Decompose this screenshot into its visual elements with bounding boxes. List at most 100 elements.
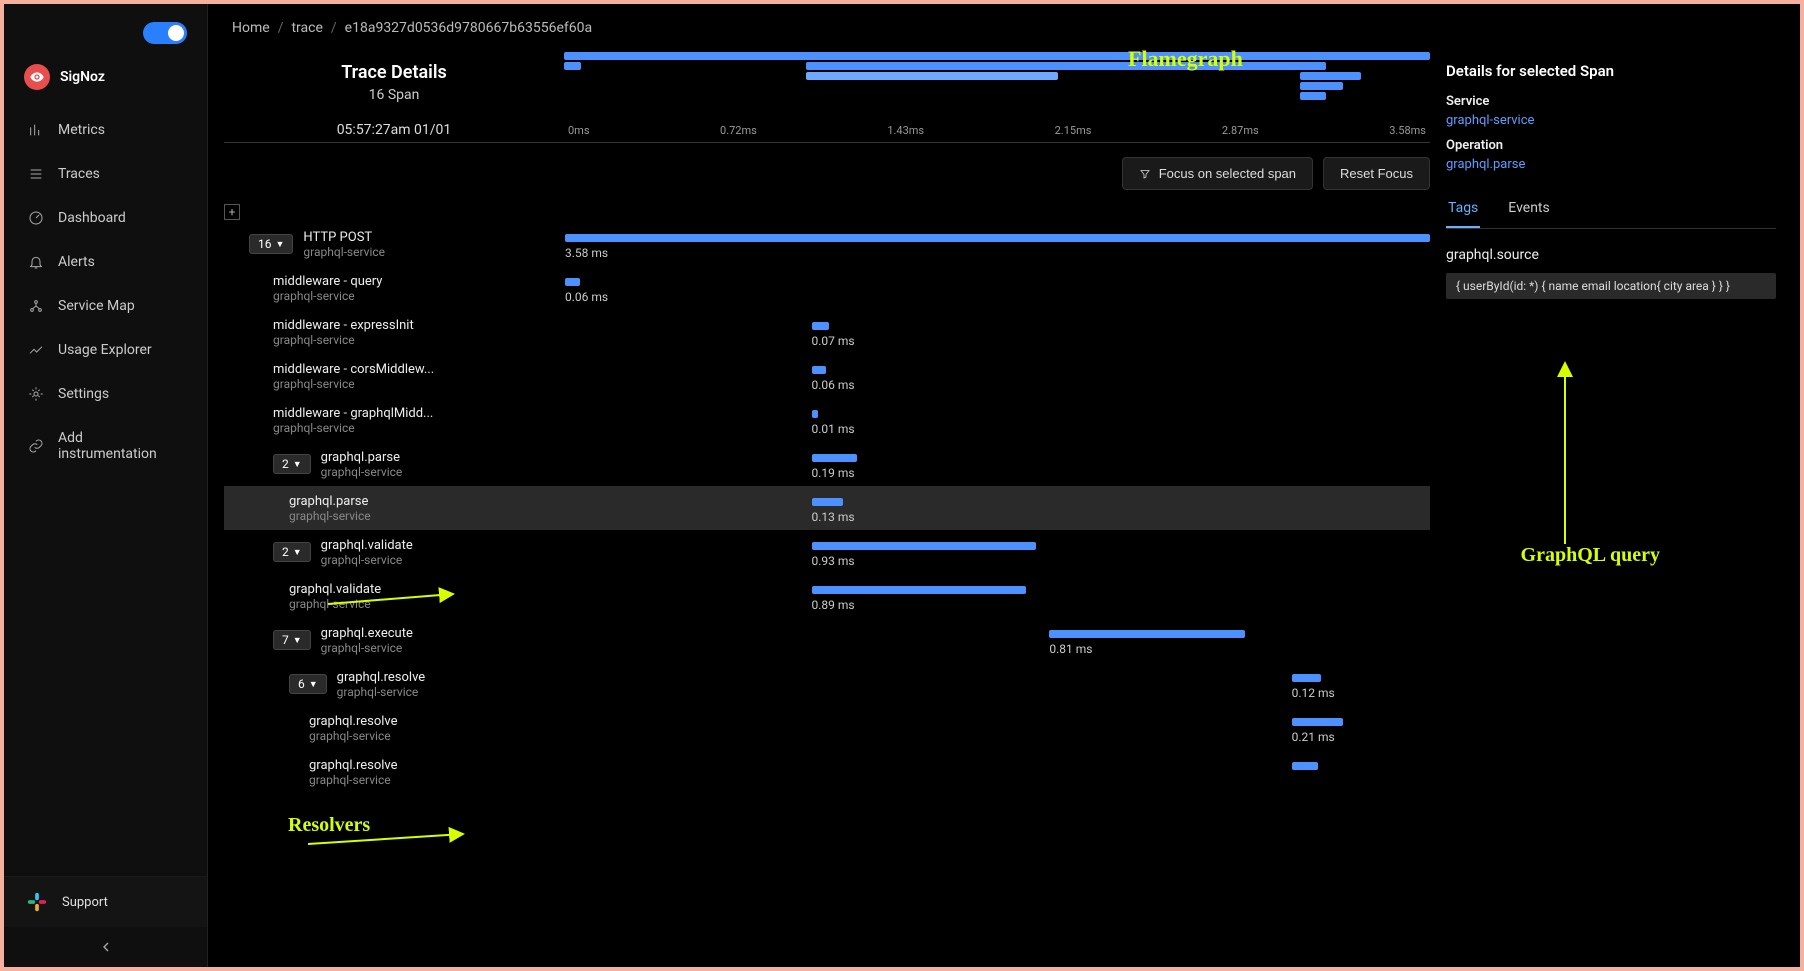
span-duration-bar — [565, 234, 1430, 242]
axis-tick: 3.58ms — [1389, 124, 1426, 137]
operation-label: Operation — [1446, 138, 1776, 153]
brand[interactable]: SigNoz — [4, 56, 207, 110]
span-service: graphql-service — [273, 421, 433, 435]
nav-label: Add instrumentation — [58, 430, 183, 462]
focus-button[interactable]: Focus on selected span — [1122, 157, 1313, 190]
tag-value: { userById(id: *) { name email location{… — [1446, 273, 1776, 299]
operation-link[interactable]: graphql.parse — [1446, 157, 1776, 172]
span-row[interactable]: middleware - graphqlMidd...graphql-servi… — [224, 398, 1430, 442]
span-name: graphql.parse — [289, 494, 371, 509]
flamegraph-minimap[interactable] — [564, 52, 1430, 110]
nav-add-instrumentation[interactable]: Add instrumentation — [12, 418, 199, 474]
span-service: graphql-service — [289, 509, 371, 523]
dark-mode-toggle[interactable] — [143, 22, 187, 44]
chart-icon — [28, 122, 44, 138]
nav-label: Alerts — [58, 254, 95, 270]
span-name: HTTP POST — [303, 230, 385, 245]
span-duration-label: 0.81 ms — [1049, 642, 1092, 656]
span-duration-bar — [812, 366, 827, 374]
axis-tick: 2.15ms — [1055, 124, 1092, 137]
span-service: graphql-service — [273, 289, 382, 303]
span-row[interactable]: middleware - corsMiddlew...graphql-servi… — [224, 354, 1430, 398]
support-button[interactable]: Support — [4, 876, 207, 927]
span-duration-label: 0.19 ms — [812, 466, 855, 480]
breadcrumb-section[interactable]: trace — [291, 20, 322, 36]
span-count-badge[interactable]: 7 ▼ — [273, 630, 311, 650]
span-count-badge[interactable]: 2 ▼ — [273, 454, 311, 474]
collapse-sidebar-button[interactable] — [4, 927, 207, 967]
span-duration-bar — [812, 586, 1027, 594]
filter-icon — [1139, 168, 1151, 180]
nav-label: Traces — [58, 166, 100, 182]
span-duration-bar — [1049, 630, 1244, 638]
span-row[interactable]: 2 ▼ graphql.validategraphql-service 0.93 m… — [224, 530, 1430, 574]
span-row[interactable]: middleware - querygraphql-service0.06 ms — [224, 266, 1430, 310]
nav-dashboard[interactable]: Dashboard — [12, 198, 199, 238]
trace-title: Trace Details — [224, 62, 564, 83]
span-row[interactable]: middleware - expressInitgraphql-service0… — [224, 310, 1430, 354]
nav-label: Dashboard — [58, 210, 126, 226]
details-panel: Details for selected Span Service graphq… — [1446, 52, 1776, 967]
span-row[interactable]: 6 ▼graphql.resolvegraphql-service0.12 ms — [224, 662, 1430, 706]
link-icon — [28, 438, 44, 454]
nav-traces[interactable]: Traces — [12, 154, 199, 194]
breadcrumb-home[interactable]: Home — [232, 20, 270, 36]
gear-icon — [28, 386, 44, 402]
span-name: graphql.resolve — [309, 714, 398, 729]
span-service: graphql-service — [337, 685, 426, 699]
nav-metrics[interactable]: Metrics — [12, 110, 199, 150]
span-row[interactable]: graphql.resolvegraphql-service — [224, 750, 1430, 794]
axis-tick: 0ms — [568, 124, 590, 137]
network-icon — [28, 298, 44, 314]
nav-usage-explorer[interactable]: Usage Explorer — [12, 330, 199, 370]
axis-tick: 0.72ms — [720, 124, 757, 137]
minimap-bar — [1300, 92, 1326, 100]
time-axis: 0ms0.72ms1.43ms2.15ms2.87ms3.58ms — [564, 124, 1430, 137]
nav-settings[interactable]: Settings — [12, 374, 199, 414]
span-duration-label: 0.06 ms — [812, 378, 855, 392]
span-name: graphql.validate — [321, 538, 413, 553]
slack-icon — [26, 891, 48, 913]
trend-icon — [28, 342, 44, 358]
tag-key: graphql.source — [1446, 247, 1776, 263]
span-duration-bar — [1292, 674, 1321, 682]
reset-focus-button[interactable]: Reset Focus — [1323, 157, 1430, 190]
span-service: graphql-service — [303, 245, 385, 259]
span-count-badge[interactable]: 16 ▼ — [249, 234, 293, 254]
span-name: middleware - corsMiddlew... — [273, 362, 434, 377]
list-icon — [28, 166, 44, 182]
span-row[interactable]: 16 ▼HTTP POSTgraphql-service3.58 ms — [224, 222, 1430, 266]
nav-alerts[interactable]: Alerts — [12, 242, 199, 282]
bell-icon — [28, 254, 44, 270]
span-service: graphql-service — [321, 553, 413, 567]
span-count-badge[interactable]: 6 ▼ — [289, 674, 327, 694]
span-service: graphql-service — [309, 773, 398, 787]
span-name: middleware - query — [273, 274, 382, 289]
span-name: graphql.execute — [321, 626, 413, 641]
span-duration-label: 0.89 ms — [812, 598, 855, 612]
span-row[interactable]: graphql.parsegraphql-service0.13 ms — [224, 486, 1430, 530]
tab-tags[interactable]: Tags — [1446, 190, 1480, 228]
span-name: graphql.resolve — [337, 670, 426, 685]
span-row[interactable]: 2 ▼graphql.parsegraphql-service0.19 ms — [224, 442, 1430, 486]
brand-name: SigNoz — [60, 69, 105, 85]
service-link[interactable]: graphql-service — [1446, 113, 1776, 128]
nav-service-map[interactable]: Service Map — [12, 286, 199, 326]
minimap-bar — [806, 62, 1057, 70]
annotation-flamegraph: Flamegraph — [1128, 46, 1243, 72]
span-row[interactable]: graphql.resolvegraphql-service0.21 ms — [224, 706, 1430, 750]
span-duration-label: 0.01 ms — [812, 422, 855, 436]
nav-label: Usage Explorer — [58, 342, 152, 358]
expand-all-button[interactable]: + — [224, 204, 240, 220]
span-duration-label: 0.93 ms — [812, 554, 855, 568]
span-count-badge[interactable]: 2 ▼ — [273, 542, 311, 562]
axis-tick: 2.87ms — [1222, 124, 1259, 137]
span-row[interactable]: 7 ▼graphql.executegraphql-service0.81 ms — [224, 618, 1430, 662]
breadcrumb-id: e18a9327d0536d9780667b63556ef60a — [345, 20, 592, 36]
nav-label: Service Map — [58, 298, 135, 314]
main: Flamegraph Home / trace / e18a9327d0536d… — [208, 4, 1800, 967]
span-duration-bar — [1292, 762, 1318, 770]
nav: Metrics Traces Dashboard Alerts Service … — [4, 110, 207, 474]
span-count: 16 Span — [224, 87, 564, 103]
tab-events[interactable]: Events — [1506, 190, 1551, 228]
